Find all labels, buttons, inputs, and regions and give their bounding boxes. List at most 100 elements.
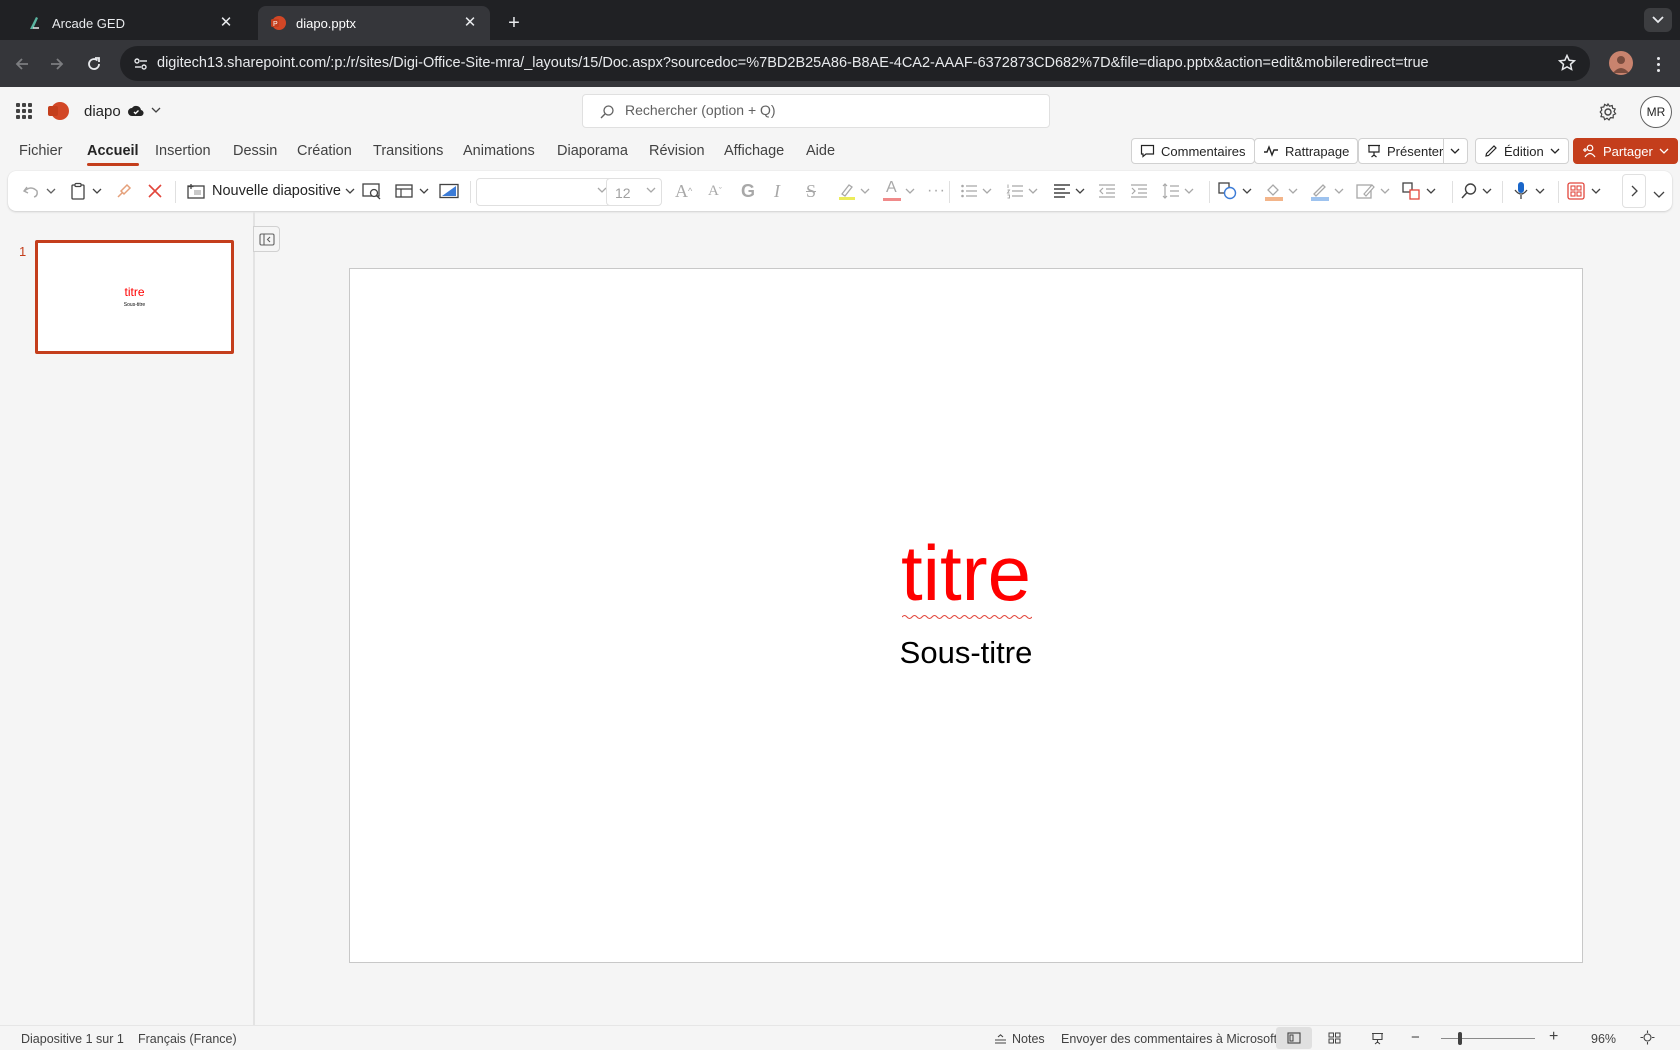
dictate-button[interactable] <box>1513 179 1545 203</box>
notes-button[interactable]: Notes <box>994 1032 1045 1046</box>
tab-revision[interactable]: Révision <box>649 143 705 159</box>
shape-outline-button[interactable] <box>1310 179 1344 203</box>
editing-mode-button[interactable]: Édition <box>1475 138 1569 164</box>
strikethrough-button[interactable]: S <box>806 179 816 203</box>
slideshow-button[interactable] <box>1359 1027 1395 1049</box>
slide-thumbnail[interactable]: titre Sous-titre <box>35 240 234 354</box>
address-bar[interactable]: digitech13.sharepoint.com/:p:/r/sites/Di… <box>120 46 1590 81</box>
bullets-button[interactable] <box>960 179 992 203</box>
tab-search-button[interactable] <box>1644 8 1672 32</box>
zoom-level[interactable]: 96% <box>1591 1032 1616 1046</box>
ribbon-scroll-right-button[interactable] <box>1622 174 1646 208</box>
ribbon-expand-button[interactable] <box>1653 183 1665 207</box>
tab-fichier[interactable]: Fichier <box>19 143 63 159</box>
share-button[interactable]: Partager <box>1573 138 1678 164</box>
chevron-down-icon <box>1591 188 1601 194</box>
new-slide-button[interactable]: Nouvelle diapositive <box>186 179 355 203</box>
fit-to-window-button[interactable] <box>1640 1030 1655 1048</box>
tab-accueil[interactable]: Accueil <box>87 143 139 166</box>
user-avatar[interactable]: MR <box>1640 96 1672 128</box>
add-ins-button[interactable] <box>1567 179 1601 203</box>
browser-tab-arcade-ged[interactable]: Arcade GED ✕ <box>14 6 246 40</box>
back-button[interactable] <box>8 50 36 78</box>
more-font-options-button[interactable]: ··· <box>927 179 946 203</box>
paste-button[interactable] <box>70 179 102 203</box>
document-name[interactable]: diapo <box>84 103 121 120</box>
bold-button[interactable]: G <box>741 179 755 203</box>
design-ideas-button[interactable] <box>362 179 382 203</box>
numbering-button[interactable] <box>1006 179 1038 203</box>
tab-dessin[interactable]: Dessin <box>233 143 277 159</box>
layout-button[interactable] <box>395 179 429 203</box>
present-options-button[interactable] <box>1443 138 1468 164</box>
reload-button[interactable] <box>80 50 108 78</box>
grow-font-button[interactable]: A ^ <box>675 179 692 203</box>
increase-indent-button[interactable] <box>1130 179 1148 203</box>
panel-collapse-icon <box>258 232 275 246</box>
powerpoint-logo-icon[interactable] <box>48 102 69 120</box>
gear-icon[interactable] <box>1598 102 1618 122</box>
slide-subtitle[interactable]: Sous-titre <box>350 635 1582 671</box>
browser-tab-diapo[interactable]: P diapo.pptx ✕ <box>258 6 490 40</box>
quick-styles-button[interactable] <box>1356 179 1390 203</box>
bookmark-star-icon[interactable] <box>1558 54 1576 72</box>
arrow-left-icon <box>15 58 28 70</box>
tab-animations[interactable]: Animations <box>463 143 535 159</box>
tab-affichage[interactable]: Affichage <box>724 143 784 159</box>
tab-diaporama[interactable]: Diaporama <box>557 143 628 159</box>
forward-button[interactable] <box>43 50 71 78</box>
highlight-button[interactable] <box>838 179 870 203</box>
present-button[interactable]: Présenter <box>1358 138 1453 164</box>
zoom-slider[interactable] <box>1441 1038 1535 1039</box>
normal-view-button[interactable] <box>1276 1027 1312 1049</box>
zoom-slider-thumb[interactable] <box>1458 1032 1462 1045</box>
background-button[interactable] <box>439 179 459 203</box>
catchup-button[interactable]: Rattrapage <box>1254 138 1359 164</box>
tab-creation[interactable]: Création <box>297 143 352 159</box>
font-color-button[interactable]: A <box>883 179 915 203</box>
site-info-icon[interactable] <box>128 51 154 77</box>
tab-insertion[interactable]: Insertion <box>155 143 211 159</box>
language-status[interactable]: Français (France) <box>138 1032 237 1046</box>
saved-status-icon[interactable] <box>128 104 144 120</box>
undo-button[interactable] <box>22 179 56 203</box>
slide-sorter-button[interactable] <box>1316 1027 1352 1049</box>
line-spacing-button[interactable] <box>1162 179 1194 203</box>
align-button[interactable] <box>1053 179 1085 203</box>
italic-button[interactable]: I <box>774 179 780 203</box>
tab-aide[interactable]: Aide <box>806 143 835 159</box>
shapes-button[interactable] <box>1218 179 1252 203</box>
slide-title[interactable]: titre <box>350 534 1582 612</box>
font-name-combo[interactable] <box>476 178 613 206</box>
close-tab-icon[interactable]: ✕ <box>462 15 478 31</box>
new-tab-button[interactable]: + <box>500 9 528 37</box>
chevron-down-icon[interactable] <box>151 107 161 114</box>
decrease-indent-button[interactable] <box>1098 179 1116 203</box>
shrink-font-button[interactable]: Aˇ <box>708 179 722 203</box>
close-tab-icon[interactable]: ✕ <box>218 15 234 31</box>
notes-icon <box>995 1033 1006 1044</box>
comments-button[interactable]: Commentaires <box>1131 138 1255 164</box>
zoom-out-button[interactable]: − <box>1411 1029 1420 1046</box>
delete-button[interactable] <box>147 179 163 203</box>
arrange-button[interactable] <box>1402 179 1436 203</box>
strikethrough-icon: S <box>806 180 817 201</box>
url-text: digitech13.sharepoint.com/:p:/r/sites/Di… <box>157 55 1429 71</box>
app-launcher-icon[interactable] <box>16 103 32 119</box>
font-size-combo[interactable]: 12 <box>606 178 662 206</box>
zoom-in-button[interactable]: + <box>1549 1028 1558 1046</box>
chevron-down-icon <box>1184 188 1194 194</box>
browser-menu-icon[interactable] <box>1648 52 1668 76</box>
collapse-thumbnails-button[interactable] <box>253 226 280 252</box>
slide-search-icon <box>362 183 381 200</box>
slide-canvas[interactable]: titre Sous-titre <box>349 268 1583 963</box>
tab-transitions[interactable]: Transitions <box>373 143 443 159</box>
format-painter-button[interactable] <box>115 179 133 203</box>
search-input[interactable] <box>625 102 1025 118</box>
find-button[interactable] <box>1460 179 1492 203</box>
slide-number: 1 <box>19 244 27 259</box>
shape-fill-button[interactable] <box>1264 179 1298 203</box>
browser-profile-avatar[interactable] <box>1609 51 1633 75</box>
search-box[interactable] <box>582 94 1050 128</box>
feedback-link[interactable]: Envoyer des commentaires à Microsoft <box>1061 1032 1277 1046</box>
